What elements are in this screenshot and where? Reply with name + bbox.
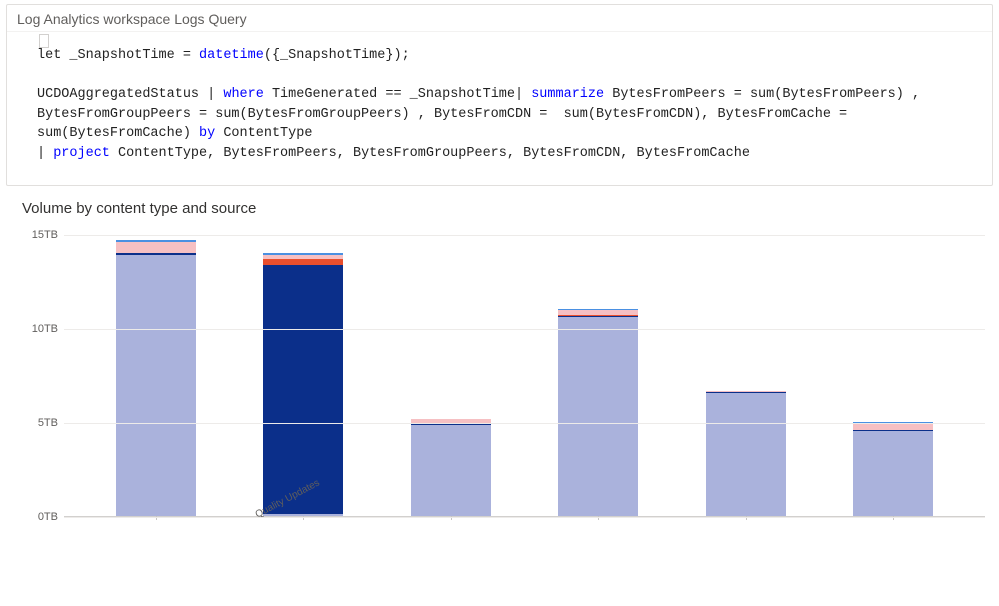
- kusto-code[interactable]: let _SnapshotTime = datetime({_SnapshotT…: [37, 46, 982, 163]
- gridline: [64, 423, 985, 424]
- bar-slot: [230, 253, 378, 517]
- chart-plot-area: Quality Updates 0TB5TB10TB15TB: [22, 225, 985, 545]
- y-tick-label: 15TB: [22, 229, 58, 241]
- bar-segment-bytesfrompeers[interactable]: [116, 242, 196, 252]
- y-tick-label: 10TB: [22, 323, 58, 335]
- y-tick-label: 0TB: [22, 511, 58, 523]
- card-title: Log Analytics workspace Logs Query: [7, 5, 992, 32]
- bar-segment-bytesfromgrouppeers[interactable]: [263, 259, 343, 266]
- code-fold-icon[interactable]: [39, 34, 49, 48]
- gridline: [64, 329, 985, 330]
- chart-title: Volume by content type and source: [0, 196, 999, 225]
- y-tick-label: 5TB: [22, 417, 58, 429]
- query-card: Log Analytics workspace Logs Query let _…: [6, 4, 993, 186]
- chart-container: Quality Updates 0TB 5TB 10TB 15TB: [0, 225, 999, 549]
- gridline: [64, 517, 985, 518]
- gridline: [64, 235, 985, 236]
- code-editor[interactable]: let _SnapshotTime = datetime({_SnapshotT…: [7, 32, 992, 185]
- x-axis-labels: Quality Updates: [64, 521, 985, 549]
